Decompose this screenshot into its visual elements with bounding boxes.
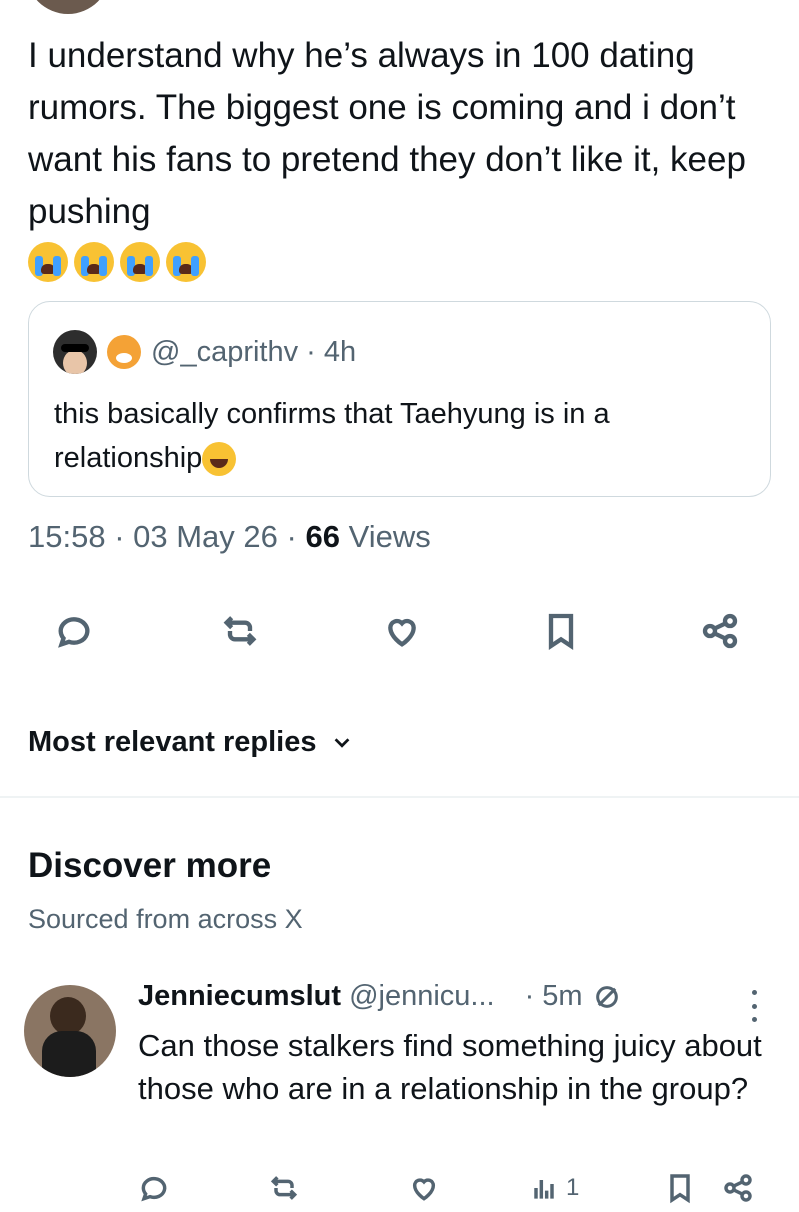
reply-button[interactable] [48, 605, 100, 657]
section-divider [0, 796, 799, 798]
quoted-avatar[interactable] [53, 330, 97, 374]
reply-share-button[interactable] [722, 1172, 754, 1204]
tweet-emoji-row [28, 242, 768, 282]
reply-bookmark-button[interactable] [664, 1172, 696, 1204]
reply-header: Jenniecumslut @jennicu... · 5m [138, 980, 621, 1013]
share-icon [702, 613, 738, 649]
grok-icon[interactable] [593, 983, 621, 1011]
bookmark-icon [548, 613, 574, 651]
crying-emoji-icon [120, 242, 160, 282]
reply-views-button[interactable]: 1 [528, 1172, 579, 1204]
bookmark-icon [670, 1174, 690, 1204]
tweet-time: 15:58 [28, 519, 106, 554]
retweet-icon [223, 616, 257, 646]
reply-text: Can those stalkers find something juicy … [138, 1028, 762, 1106]
quoted-handle-time[interactable]: @_caprithv · 4h [151, 336, 356, 369]
tweet-action-bar [0, 605, 799, 665]
heart-icon [388, 618, 416, 647]
author-avatar[interactable] [26, 0, 110, 14]
views-count: 66 [305, 519, 340, 554]
crying-emoji-icon [74, 242, 114, 282]
retweet-button[interactable] [214, 605, 266, 657]
reply-handle[interactable]: @jennicu... [349, 980, 495, 1013]
share-button[interactable] [694, 605, 746, 657]
share-icon [724, 1174, 752, 1202]
reply-views-count: 1 [566, 1174, 580, 1201]
reply-action-bar: 1 [0, 1172, 799, 1212]
tiger-emoji-icon [107, 335, 141, 369]
more-options-icon[interactable] [748, 990, 760, 1022]
quoted-tweet-header: @_caprithv · 4h [53, 330, 356, 374]
chevron-down-icon [334, 737, 349, 748]
sort-label: Most relevant replies [28, 726, 317, 758]
reply-display-name[interactable]: Jenniecumslut [138, 980, 341, 1013]
reply-icon [141, 1176, 167, 1202]
reply-reply-button[interactable] [138, 1172, 170, 1204]
heart-icon [412, 1178, 436, 1201]
tweet-date: 03 May 26 [133, 519, 278, 554]
reply-icon [58, 617, 90, 648]
views-label: Views [348, 519, 431, 554]
tweet-body: I understand why he’s always in 100 dati… [28, 30, 768, 282]
grinning-emoji-icon [202, 442, 237, 477]
tweet-text: I understand why he’s always in 100 dati… [28, 36, 746, 231]
reply-like-button[interactable] [408, 1172, 440, 1204]
replies-sort-dropdown[interactable]: Most relevant replies [28, 726, 353, 759]
like-button[interactable] [376, 605, 428, 657]
reply-time[interactable]: · 5m [525, 980, 583, 1013]
reply-avatar[interactable] [24, 985, 116, 1077]
views-chart-icon [534, 1180, 554, 1199]
tweet-meta: 15:58 · 03 May 26 · 66 Views [28, 519, 431, 554]
crying-emoji-icon [166, 242, 206, 282]
bookmark-button[interactable] [535, 605, 587, 657]
reply-retweet-button[interactable] [268, 1172, 300, 1204]
quoted-tweet[interactable]: @_caprithv · 4h this basically confirms … [28, 301, 771, 497]
discover-subtitle: Sourced from across X [28, 904, 303, 934]
crying-emoji-icon [28, 242, 68, 282]
retweet-icon [270, 1176, 298, 1200]
quoted-text: this basically confirms that Taehyung is… [54, 392, 744, 480]
discover-title: Discover more [28, 846, 272, 885]
